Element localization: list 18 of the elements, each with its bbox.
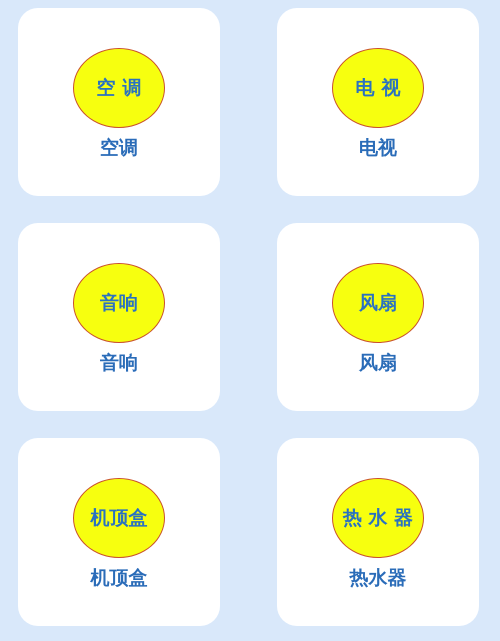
device-badge: 热 水 器 bbox=[332, 478, 424, 558]
device-card[interactable]: 风扇 风扇 bbox=[277, 223, 479, 411]
device-badge: 机顶盒 bbox=[73, 478, 165, 558]
device-card[interactable]: 机顶盒 机顶盒 bbox=[18, 438, 220, 626]
device-card[interactable]: 电 视 电视 bbox=[277, 8, 479, 196]
device-label: 热水器 bbox=[350, 566, 406, 591]
device-badge: 音响 bbox=[73, 263, 165, 343]
device-badge: 电 视 bbox=[332, 48, 424, 128]
device-card[interactable]: 空 调 空调 bbox=[18, 8, 220, 196]
device-label: 音响 bbox=[100, 351, 138, 376]
device-label: 风扇 bbox=[359, 351, 397, 376]
device-badge: 空 调 bbox=[73, 48, 165, 128]
device-label: 空调 bbox=[100, 136, 138, 161]
device-card[interactable]: 音响 音响 bbox=[18, 223, 220, 411]
device-badge: 风扇 bbox=[332, 263, 424, 343]
device-card[interactable]: 热 水 器 热水器 bbox=[277, 438, 479, 626]
device-label: 电视 bbox=[359, 136, 397, 161]
device-label: 机顶盒 bbox=[90, 566, 148, 591]
